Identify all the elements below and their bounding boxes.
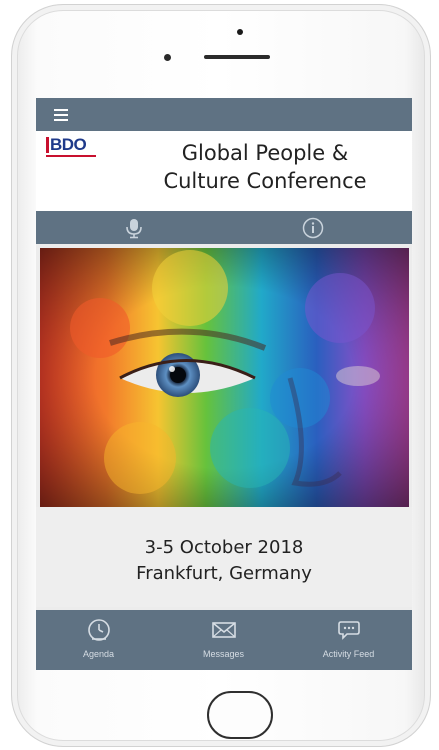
app-screen: BDO Global People & Culture Conference 3… bbox=[36, 98, 412, 670]
title-line-1: Global People & bbox=[181, 141, 349, 165]
tab-label-agenda: Agenda bbox=[82, 649, 115, 659]
logo-underline bbox=[46, 155, 96, 157]
event-details: 3-5 October 2018 Frankfurt, Germany bbox=[36, 507, 412, 607]
app-header: BDO Global People & Culture Conference bbox=[36, 131, 412, 211]
event-location: Frankfurt, Germany bbox=[136, 563, 312, 584]
info-icon[interactable] bbox=[302, 217, 324, 239]
clock-icon bbox=[87, 619, 110, 641]
microphone-icon[interactable] bbox=[123, 217, 145, 239]
proximity-sensor bbox=[164, 54, 171, 61]
home-button[interactable] bbox=[207, 691, 273, 739]
action-bar bbox=[36, 211, 412, 244]
page-title: Global People & Culture Conference bbox=[140, 139, 390, 195]
hero-image bbox=[40, 248, 409, 507]
bottom-tab-bar: Agenda Messages Activity Feed bbox=[36, 610, 412, 670]
bdo-logo: BDO bbox=[46, 136, 87, 153]
event-date: 3-5 October 2018 bbox=[144, 537, 304, 558]
tab-label-activity-feed: Activity Feed bbox=[322, 649, 375, 659]
top-nav-bar bbox=[36, 98, 412, 131]
title-line-2: Culture Conference bbox=[163, 169, 367, 193]
tab-activity-feed[interactable]: Activity Feed bbox=[286, 610, 411, 670]
front-camera bbox=[237, 29, 243, 35]
speech-bubble-icon bbox=[337, 621, 360, 640]
earpiece-speaker bbox=[204, 55, 270, 59]
envelope-icon bbox=[211, 622, 236, 638]
tab-label-messages: Messages bbox=[202, 649, 245, 659]
tab-agenda[interactable]: Agenda bbox=[36, 610, 161, 670]
tab-messages[interactable]: Messages bbox=[161, 610, 286, 670]
hamburger-menu-icon[interactable] bbox=[54, 109, 68, 121]
